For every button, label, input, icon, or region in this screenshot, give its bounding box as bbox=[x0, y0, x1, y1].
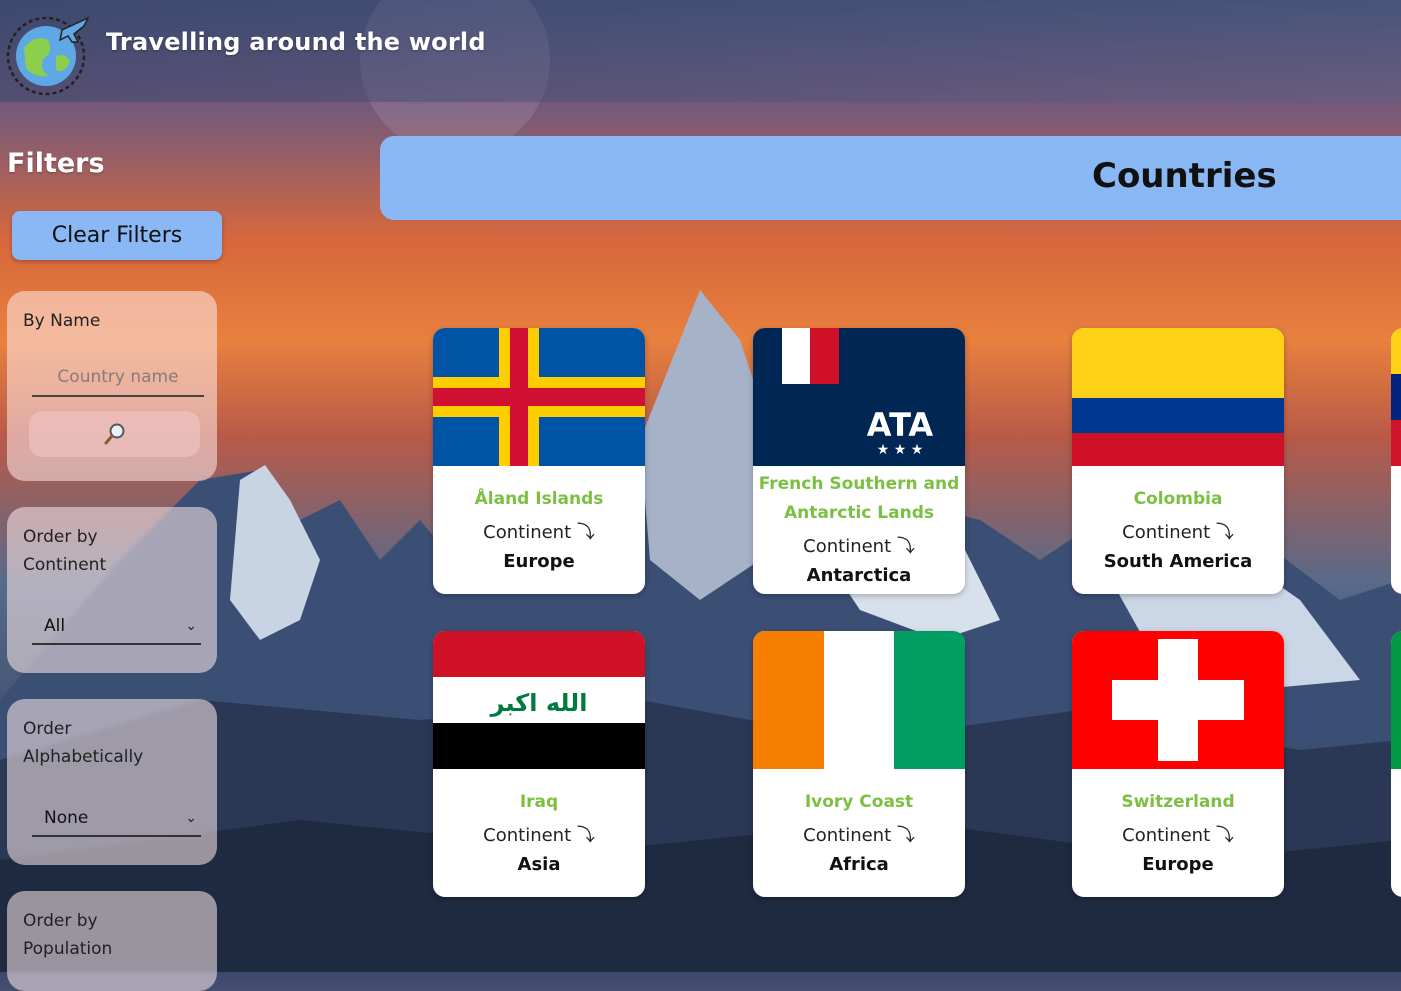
search-button[interactable] bbox=[29, 411, 200, 457]
country-card[interactable]: Åland Islands Continent ⤵ Europe bbox=[433, 328, 645, 594]
order-alphabetically-panel: Order Alphabetically None ⌄ bbox=[7, 699, 217, 865]
country-name: Iraq bbox=[519, 791, 559, 812]
continent-label: Continent ⤵ bbox=[1122, 824, 1234, 846]
page-title: Countries bbox=[1092, 156, 1277, 196]
order-population-label-2: Population bbox=[23, 939, 113, 959]
by-name-label: By Name bbox=[23, 311, 101, 331]
app-title: Travelling around the world bbox=[106, 28, 486, 56]
continent-label: Continent ⤵ bbox=[483, 521, 595, 543]
continent-value: Asia bbox=[517, 853, 561, 875]
order-alpha-label-2: Alphabetically bbox=[23, 747, 144, 767]
flag-iraq: الله اكبر bbox=[433, 631, 645, 769]
globe-plane-icon[interactable] bbox=[4, 12, 92, 96]
filters-heading: Filters bbox=[7, 148, 105, 179]
order-population-label-1: Order by bbox=[23, 911, 98, 931]
alphabetical-select-value: None bbox=[44, 808, 89, 828]
country-card[interactable]: Switzerland Continent ⤵ Europe bbox=[1072, 631, 1284, 897]
country-card-partial[interactable] bbox=[1391, 631, 1401, 897]
continent-label: Continent ⤵ bbox=[803, 536, 915, 557]
continent-label: Continent ⤵ bbox=[1122, 521, 1234, 543]
magnifier-icon bbox=[104, 423, 124, 445]
country-name-input[interactable] bbox=[32, 359, 204, 397]
svg-text:ATA: ATA bbox=[867, 406, 934, 444]
alphabetical-select[interactable]: None ⌄ bbox=[32, 801, 201, 837]
country-card[interactable]: الله اكبر Iraq Continent ⤵ Asia bbox=[433, 631, 645, 897]
flag-aland bbox=[433, 328, 645, 466]
clear-filters-button[interactable]: Clear Filters bbox=[12, 211, 222, 260]
flag-french-southern-lands: ATA ★ ★ ★ bbox=[753, 328, 965, 466]
continent-label: Continent ⤵ bbox=[483, 824, 595, 846]
continent-value: South America bbox=[1103, 550, 1253, 572]
order-alpha-label-1: Order bbox=[23, 719, 72, 739]
continent-value: Europe bbox=[1142, 853, 1214, 875]
order-continent-label-1: Order by bbox=[23, 527, 98, 547]
flag-partial bbox=[1391, 631, 1401, 769]
flag-switzerland bbox=[1072, 631, 1284, 769]
countries-header: Countries bbox=[380, 136, 1401, 220]
country-card[interactable]: Colombia Continent ⤵ South America bbox=[1072, 328, 1284, 594]
order-by-population-panel: Order by Population bbox=[7, 891, 217, 991]
flag-ivory-coast bbox=[753, 631, 965, 769]
country-name: Colombia bbox=[1133, 488, 1223, 509]
flag-partial bbox=[1391, 328, 1401, 466]
continent-label: Continent ⤵ bbox=[803, 824, 915, 846]
chevron-down-icon: ⌄ bbox=[185, 810, 197, 826]
country-card[interactable]: ATA ★ ★ ★ French Southern and Antarctic … bbox=[753, 328, 965, 594]
svg-text:الله اكبر: الله اكبر bbox=[490, 689, 588, 717]
filter-by-name-panel: By Name bbox=[7, 291, 217, 481]
continent-select-value: All bbox=[44, 616, 66, 636]
chevron-down-icon: ⌄ bbox=[185, 618, 197, 634]
continent-value: Europe bbox=[503, 550, 575, 572]
country-card[interactable]: Ivory Coast Continent ⤵ Africa bbox=[753, 631, 965, 897]
country-name: Switzerland bbox=[1121, 791, 1235, 812]
order-continent-label-2: Continent bbox=[23, 555, 107, 575]
country-name: French Southern and Antarctic Lands bbox=[758, 474, 960, 523]
svg-text:★ ★ ★: ★ ★ ★ bbox=[877, 442, 924, 458]
country-name: Åland Islands bbox=[474, 488, 604, 509]
country-name: Ivory Coast bbox=[804, 791, 914, 812]
country-card-partial[interactable] bbox=[1391, 328, 1401, 594]
flag-colombia bbox=[1072, 328, 1284, 466]
continent-select[interactable]: All ⌄ bbox=[32, 609, 201, 645]
order-by-continent-panel: Order by Continent All ⌄ bbox=[7, 507, 217, 673]
continent-value: Antarctica bbox=[806, 565, 912, 586]
continent-value: Africa bbox=[829, 853, 889, 875]
